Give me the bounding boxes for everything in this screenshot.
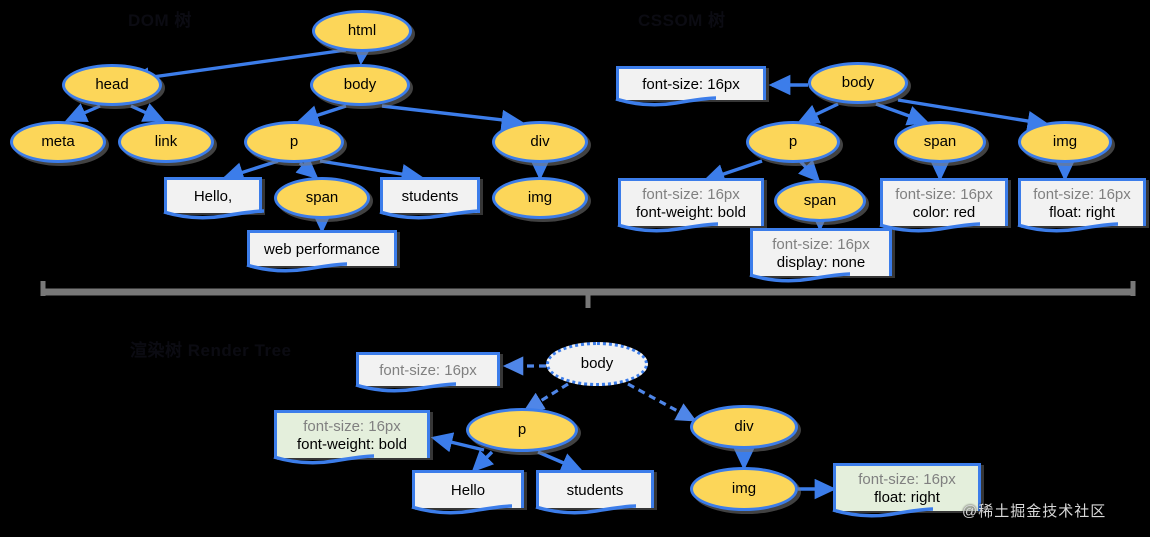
panel-title-cssom: CSSOM 树 [638,11,726,30]
render-style-p[interactable]: font-size: 16px font-weight: bold [273,410,430,465]
dom-text-students[interactable]: students [379,177,481,220]
doc-wave [832,507,934,518]
doc-wave [615,96,717,107]
render-text-hello[interactable]: Hello [411,470,524,515]
dom-text-hello-label: Hello, [193,187,233,205]
dom-node-html[interactable]: html [312,10,412,52]
render-text-students[interactable]: students [535,470,654,515]
cssom-style-span-inner-line-1: font-size: 16px [772,236,870,254]
diagram-canvas: DOM 树 CSSOM 树 渲染树 Render Tree html head … [0,0,1150,537]
doc-wave [246,262,348,273]
doc-wave [379,209,481,220]
render-style-p-line-2: font-weight: bold [296,435,408,453]
cssom-style-span-inner[interactable]: font-size: 16px display: none [749,228,892,283]
panel-title-render: 渲染树 Render Tree [130,341,292,360]
render-text-hello-label: Hello [450,481,486,499]
panel-title-dom: DOM 树 [128,11,192,30]
dom-node-head[interactable]: head [62,64,162,106]
doc-wave [1017,222,1119,233]
doc-wave [749,272,851,283]
cssom-style-body-line-1: font-size: 16px [642,75,740,93]
cssom-style-p-line-1: font-size: 16px [642,186,740,204]
cssom-node-span-inner[interactable]: span [774,180,866,222]
dom-text-students-label: students [401,187,459,205]
render-style-body[interactable]: font-size: 16px [355,352,500,393]
doc-wave [535,504,637,515]
doc-wave [163,209,265,220]
dom-node-link[interactable]: link [118,121,214,163]
render-style-img[interactable]: font-size: 16px float: right [832,463,981,518]
cssom-node-body[interactable]: body [808,62,908,104]
doc-wave [355,382,457,393]
render-style-img-line-2: float: right [874,488,940,506]
dom-text-hello[interactable]: Hello, [163,177,265,220]
cssom-style-p-line-2: font-weight: bold [635,203,747,221]
render-node-img[interactable]: img [690,467,798,511]
dom-text-web-performance-label: web performance [264,240,380,258]
cssom-style-span-line-1: font-size: 16px [895,186,993,204]
dom-node-p[interactable]: p [244,121,344,163]
edge-layer [40,42,1136,500]
cssom-style-p[interactable]: font-size: 16px font-weight: bold [617,178,764,233]
cssom-style-img[interactable]: font-size: 16px float: right [1017,178,1146,233]
dom-node-meta[interactable]: meta [10,121,106,163]
cssom-style-body[interactable]: font-size: 16px [615,66,766,107]
cssom-node-span[interactable]: span [894,121,986,163]
dom-node-span[interactable]: span [274,177,370,219]
cssom-style-span-line-2: color: red [912,203,976,221]
doc-wave [879,222,981,233]
render-node-div[interactable]: div [690,405,798,449]
cssom-style-img-line-1: font-size: 16px [1033,186,1131,204]
render-node-body[interactable]: body [546,342,648,386]
dom-node-body[interactable]: body [310,64,410,106]
render-node-p[interactable]: p [466,408,578,452]
doc-wave [273,454,375,465]
render-style-img-line-1: font-size: 16px [858,471,956,489]
render-style-body-line-1: font-size: 16px [379,361,477,379]
cssom-node-p[interactable]: p [746,121,840,163]
doc-wave [617,222,719,233]
cssom-style-span[interactable]: font-size: 16px color: red [879,178,1008,233]
cssom-style-span-inner-line-2: display: none [776,253,866,271]
dom-text-web-performance[interactable]: web performance [246,230,397,273]
watermark: @稀土掘金技术社区 [962,503,1107,520]
cssom-node-img[interactable]: img [1018,121,1112,163]
doc-wave [411,504,513,515]
render-style-p-line-1: font-size: 16px [303,418,401,436]
render-text-students-label: students [566,481,624,499]
dom-node-img[interactable]: img [492,177,588,219]
dom-node-div[interactable]: div [492,121,588,163]
cssom-style-img-line-2: float: right [1049,203,1115,221]
